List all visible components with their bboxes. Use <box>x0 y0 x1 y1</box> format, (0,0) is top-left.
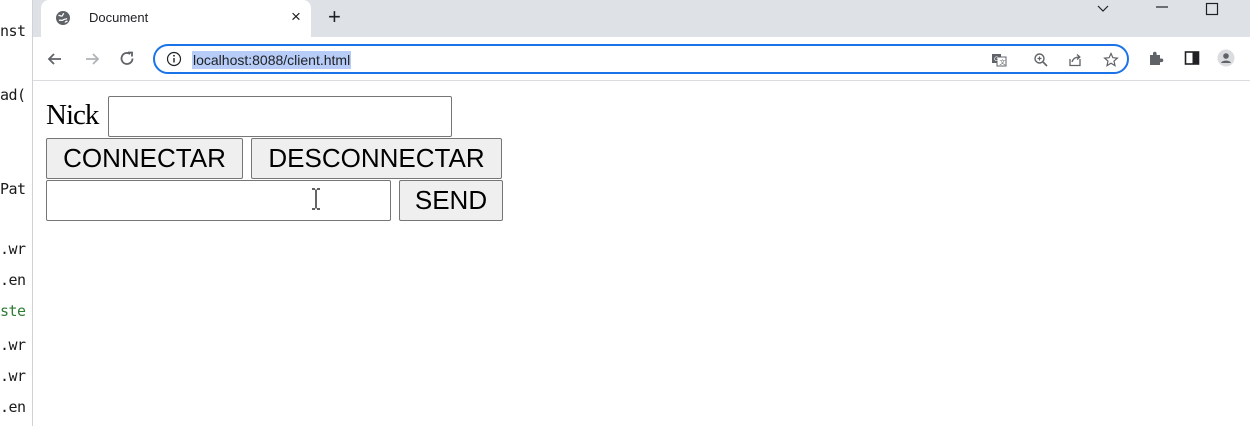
text-cursor-icon <box>312 188 320 210</box>
minimize-button[interactable] <box>1155 0 1169 16</box>
close-icon[interactable]: × <box>291 8 301 26</box>
globe-icon <box>56 11 70 25</box>
editor-line: .wr <box>0 336 26 354</box>
connect-button[interactable]: CONNECTAR <box>46 138 243 179</box>
tab-document[interactable]: Document × <box>41 0 311 37</box>
editor-line: .en <box>0 271 26 289</box>
maximize-button[interactable] <box>1205 0 1219 20</box>
browser-window: Document × + localhost:8088/client.html … <box>33 0 1250 426</box>
svg-text:文: 文 <box>1000 59 1006 67</box>
profile-avatar-icon[interactable] <box>1217 49 1235 67</box>
forward-arrow-icon[interactable] <box>82 49 102 69</box>
extensions-puzzle-icon[interactable] <box>1147 49 1165 67</box>
disconnect-button[interactable]: DESCONNECTAR <box>251 138 502 179</box>
nick-label: Nick <box>46 99 99 131</box>
reload-icon[interactable] <box>117 49 137 69</box>
editor-line: ad( <box>0 86 26 104</box>
editor-line: .wr <box>0 367 26 385</box>
editor-line: .en <box>0 398 26 416</box>
editor-line: ste <box>0 302 26 320</box>
editor-line: nst <box>0 22 26 40</box>
message-input[interactable] <box>46 180 391 221</box>
translate-icon[interactable]: G 文 <box>991 52 1007 68</box>
background-editor-strip: nst ad( Pat .wr .en ste .wr .wr .en <box>0 0 33 426</box>
browser-toolbar: localhost:8088/client.html G 文 <box>33 37 1250 81</box>
send-button[interactable]: SEND <box>399 180 503 221</box>
bookmark-star-icon[interactable] <box>1103 52 1119 68</box>
svg-text:G: G <box>994 56 999 63</box>
share-icon[interactable] <box>1067 52 1083 68</box>
tab-strip: Document × + <box>33 0 1250 37</box>
address-bar[interactable]: localhost:8088/client.html G 文 <box>153 44 1129 74</box>
new-tab-button[interactable]: + <box>328 5 341 29</box>
zoom-icon[interactable] <box>1033 52 1049 68</box>
tab-title: Document <box>89 10 149 25</box>
editor-line: Pat <box>0 180 26 198</box>
side-panel-icon[interactable] <box>1183 49 1201 67</box>
nick-input[interactable] <box>108 96 452 137</box>
info-icon[interactable] <box>166 51 182 67</box>
tab-search-chevron-icon[interactable] <box>1096 0 1110 18</box>
back-arrow-icon[interactable] <box>45 49 65 69</box>
editor-line: .wr <box>0 240 26 258</box>
url-text[interactable]: localhost:8088/client.html <box>192 51 352 69</box>
